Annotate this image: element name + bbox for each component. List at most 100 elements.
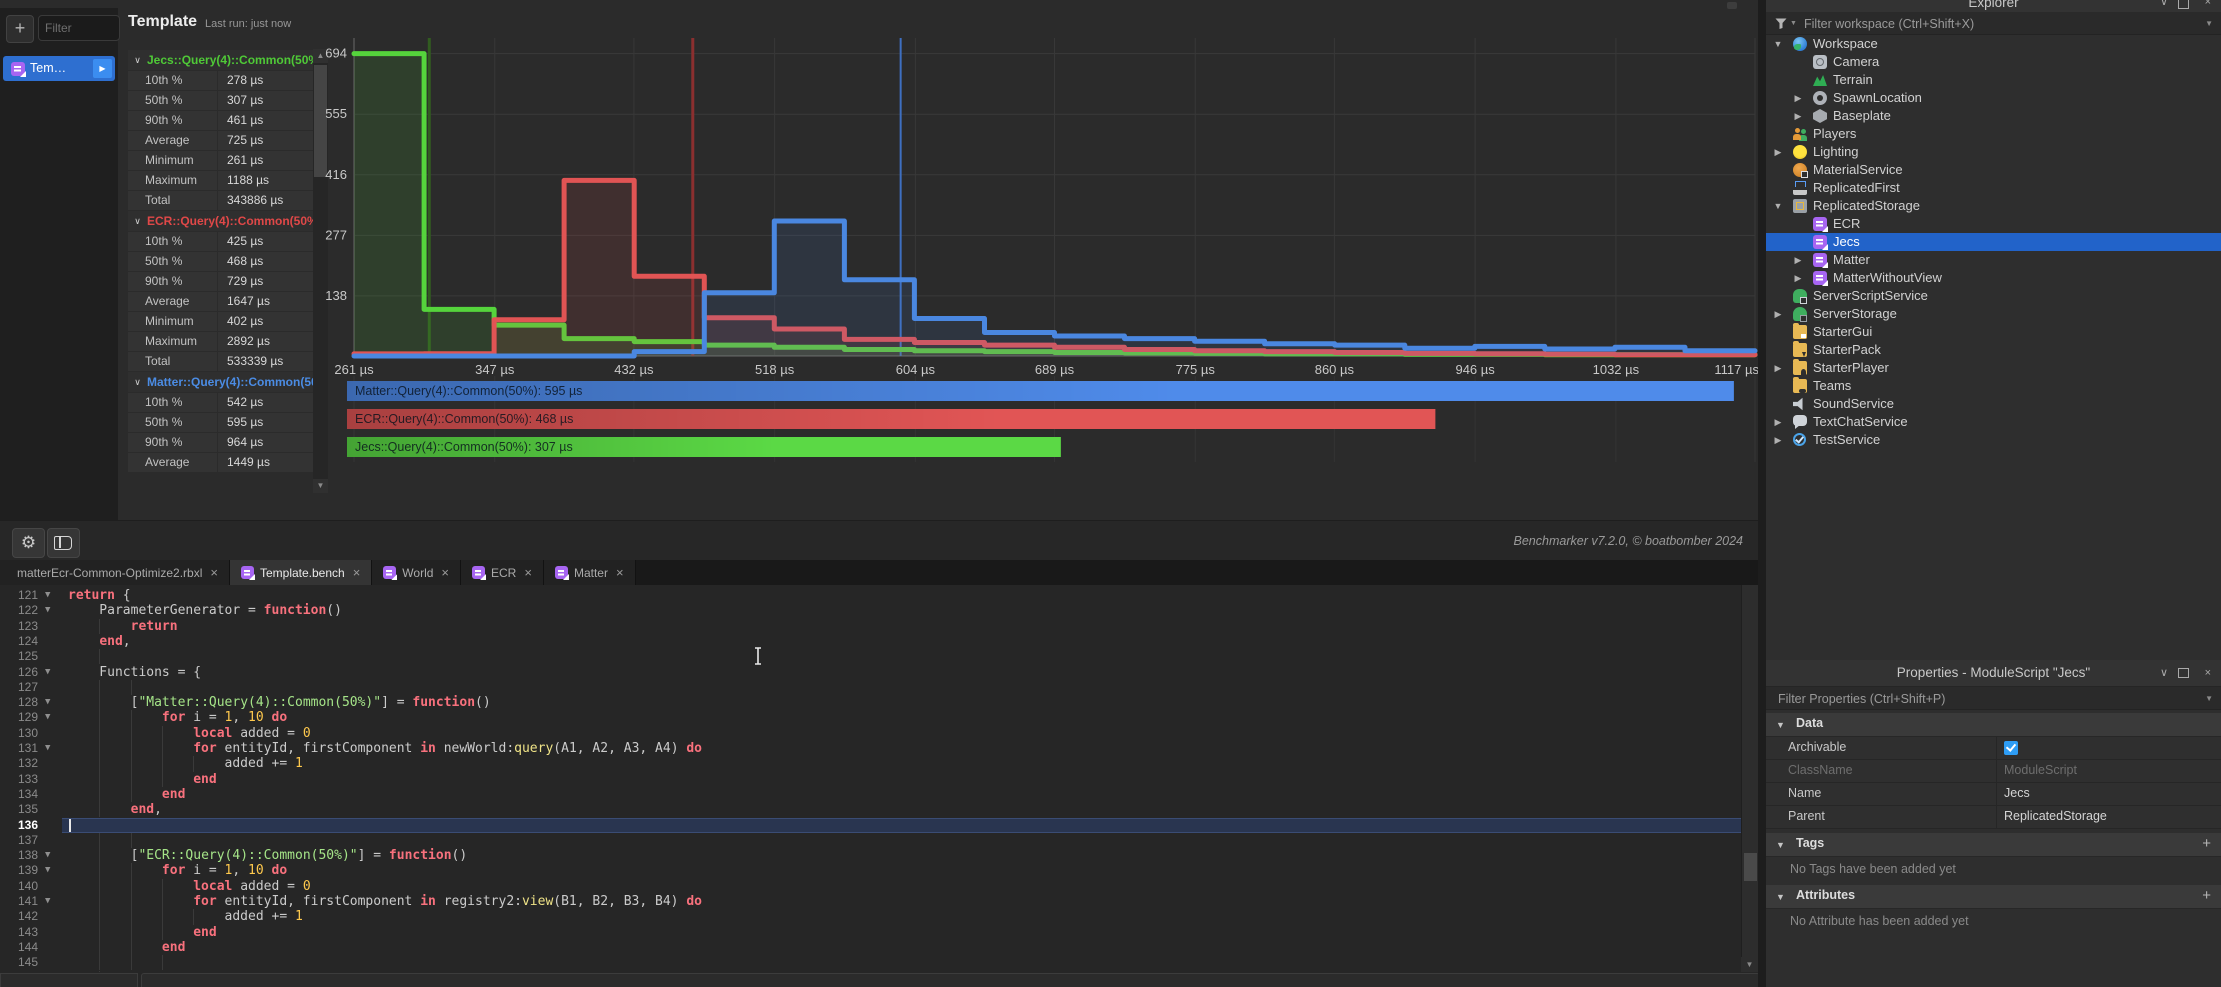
explorer-item-StarterGui[interactable]: StarterGui [1766,323,2221,341]
code-line-136[interactable]: 136 [0,818,1741,833]
collapse-chevron-icon[interactable]: ∨ [128,216,147,227]
fold-arrow-icon[interactable]: ▼ [45,848,50,863]
expand-right-icon[interactable]: ▶ [1771,413,1785,431]
add-attribute-button[interactable]: + [2202,887,2211,904]
code-line-122[interactable]: 122▼ ParameterGenerator = function() [0,603,1741,618]
property-row-parent[interactable]: Parent ReplicatedStorage [1766,806,2221,829]
dock-divider[interactable] [1758,0,1766,987]
editor-scrollbar-thumb[interactable] [1744,853,1757,881]
tab-close-icon[interactable]: × [524,565,532,580]
code-line-134[interactable]: 134 end [0,787,1741,802]
code-line-141[interactable]: 141▼ for entityId, firstComponent in reg… [0,894,1741,909]
explorer-item-StarterPack[interactable]: StarterPack [1766,341,2221,359]
explorer-item-MaterialService[interactable]: MaterialService [1766,161,2221,179]
fold-arrow-icon[interactable]: ▼ [45,603,50,618]
expand-right-icon[interactable]: ▶ [1771,143,1785,161]
explorer-item-StarterPlayer[interactable]: ▶StarterPlayer [1766,359,2221,377]
add-benchmark-button[interactable]: + [6,15,34,43]
code-line-128[interactable]: 128▼ ["Matter::Query(4)::Common(50%)"] =… [0,695,1741,710]
code-line-135[interactable]: 135 end, [0,802,1741,817]
explorer-item-Jecs[interactable]: Jecs [1766,233,2221,251]
explorer-item-TextChatService[interactable]: ▶TextChatService [1766,413,2221,431]
section-header-tags[interactable]: ▼ Tags + [1766,833,2221,857]
explorer-filter-input[interactable] [1802,13,2176,34]
collapse-chevron-icon[interactable]: ▼ [1776,892,1785,902]
popout-icon[interactable] [2178,668,2189,678]
expand-right-icon[interactable]: ▶ [1791,107,1805,125]
close-icon[interactable]: × [2205,665,2211,681]
fold-arrow-icon[interactable]: ▼ [45,710,50,725]
tab-matterEcr-Common-Optimize2.rbxl[interactable]: matterEcr-Common-Optimize2.rbxl× [0,560,230,585]
filter-options-caret-icon[interactable]: ▼ [2205,694,2213,703]
docs-book-button[interactable] [47,528,80,558]
filter-options-caret-icon[interactable]: ▼ [2205,19,2213,28]
chevron-down-icon[interactable]: ∨ [2160,0,2168,10]
code-line-131[interactable]: 131▼ for entityId, firstComponent in new… [0,741,1741,756]
property-value[interactable]: Jecs [2004,786,2030,800]
code-line-123[interactable]: 123 return [0,619,1741,634]
expand-right-icon[interactable]: ▶ [1791,269,1805,287]
tab-close-icon[interactable]: × [210,565,218,580]
benchmark-item-template[interactable]: Tem… ▶ [3,56,115,81]
code-line-133[interactable]: 133 end [0,772,1741,787]
editor-scroll-down-icon[interactable]: ▼ [1741,957,1758,972]
property-row-archivable[interactable]: Archivable [1766,737,2221,760]
code-line-138[interactable]: 138▼ ["ECR::Query(4)::Common(50%)"] = fu… [0,848,1741,863]
code-line-127[interactable]: 127 [0,680,1741,695]
expand-right-icon[interactable]: ▶ [1771,305,1785,323]
benchmark-filter-input[interactable] [38,15,120,41]
code-line-126[interactable]: 126▼ Functions = { [0,665,1741,680]
code-line-132[interactable]: 132 added += 1 [0,756,1741,771]
stats-group-header[interactable]: ∨ECR::Query(4)::Common(50%) [128,211,314,231]
fold-arrow-icon[interactable]: ▼ [45,695,50,710]
run-benchmark-button[interactable]: ▶ [93,59,112,78]
settings-gear-button[interactable]: ⚙ [12,528,45,558]
explorer-item-ServerStorage[interactable]: ▶ServerStorage [1766,305,2221,323]
collapse-chevron-icon[interactable]: ▼ [1776,840,1785,850]
close-icon[interactable]: × [2205,0,2211,10]
chevron-down-icon[interactable]: ∨ [2160,665,2168,681]
explorer-item-Terrain[interactable]: Terrain [1766,71,2221,89]
properties-filter-input[interactable] [1776,688,2150,709]
explorer-item-ServerScriptService[interactable]: ServerScriptService [1766,287,2221,305]
explorer-item-Camera[interactable]: Camera [1766,53,2221,71]
expand-down-icon[interactable]: ▼ [1771,35,1785,53]
tab-close-icon[interactable]: × [441,565,449,580]
explorer-item-SoundService[interactable]: SoundService [1766,395,2221,413]
explorer-item-Lighting[interactable]: ▶Lighting [1766,143,2221,161]
explorer-item-TestService[interactable]: ▶TestService [1766,431,2221,449]
scroll-down-icon[interactable]: ▼ [313,479,328,493]
code-line-121[interactable]: 121▼return { [0,588,1741,603]
explorer-item-ECR[interactable]: ECR [1766,215,2221,233]
tab-close-icon[interactable]: × [353,565,361,580]
funnel-caret-icon[interactable]: ▼ [1790,20,1797,27]
fold-arrow-icon[interactable]: ▼ [45,665,50,680]
code-line-130[interactable]: 130 local added = 0 [0,726,1741,741]
add-tag-button[interactable]: + [2202,835,2211,852]
collapse-chevron-icon[interactable]: ∨ [128,377,147,388]
explorer-item-Workspace[interactable]: ▼Workspace [1766,35,2221,53]
expand-down-icon[interactable]: ▼ [1771,197,1785,215]
archivable-checkbox[interactable] [2004,741,2018,755]
code-line-139[interactable]: 139▼ for i = 1, 10 do [0,863,1741,878]
explorer-item-SpawnLocation[interactable]: ▶SpawnLocation [1766,89,2221,107]
expand-right-icon[interactable]: ▶ [1771,359,1785,377]
explorer-item-MatterWithoutView[interactable]: ▶MatterWithoutView [1766,269,2221,287]
code-line-143[interactable]: 143 end [0,925,1741,940]
property-value[interactable]: ReplicatedStorage [2004,809,2107,823]
stats-group-header[interactable]: ∨Jecs::Query(4)::Common(50%) [128,50,314,70]
code-line-144[interactable]: 144 end [0,940,1741,955]
code-line-146[interactable]: 146 end, [0,971,1741,973]
fold-arrow-icon[interactable]: ▼ [45,588,50,603]
explorer-item-Baseplate[interactable]: ▶Baseplate [1766,107,2221,125]
fold-arrow-icon[interactable]: ▼ [45,741,50,756]
explorer-item-Teams[interactable]: Teams [1766,377,2221,395]
code-area[interactable]: 121▼return {122▼ ParameterGenerator = fu… [0,585,1741,972]
fold-arrow-icon[interactable]: ▼ [45,863,50,878]
stats-group-header[interactable]: ∨Matter::Query(4)::Common(50%) [128,372,314,392]
code-line-140[interactable]: 140 local added = 0 [0,879,1741,894]
expand-right-icon[interactable]: ▶ [1791,89,1805,107]
expand-right-icon[interactable]: ▶ [1771,431,1785,449]
code-line-125[interactable]: 125 [0,649,1741,664]
fold-arrow-icon[interactable]: ▼ [45,894,50,909]
